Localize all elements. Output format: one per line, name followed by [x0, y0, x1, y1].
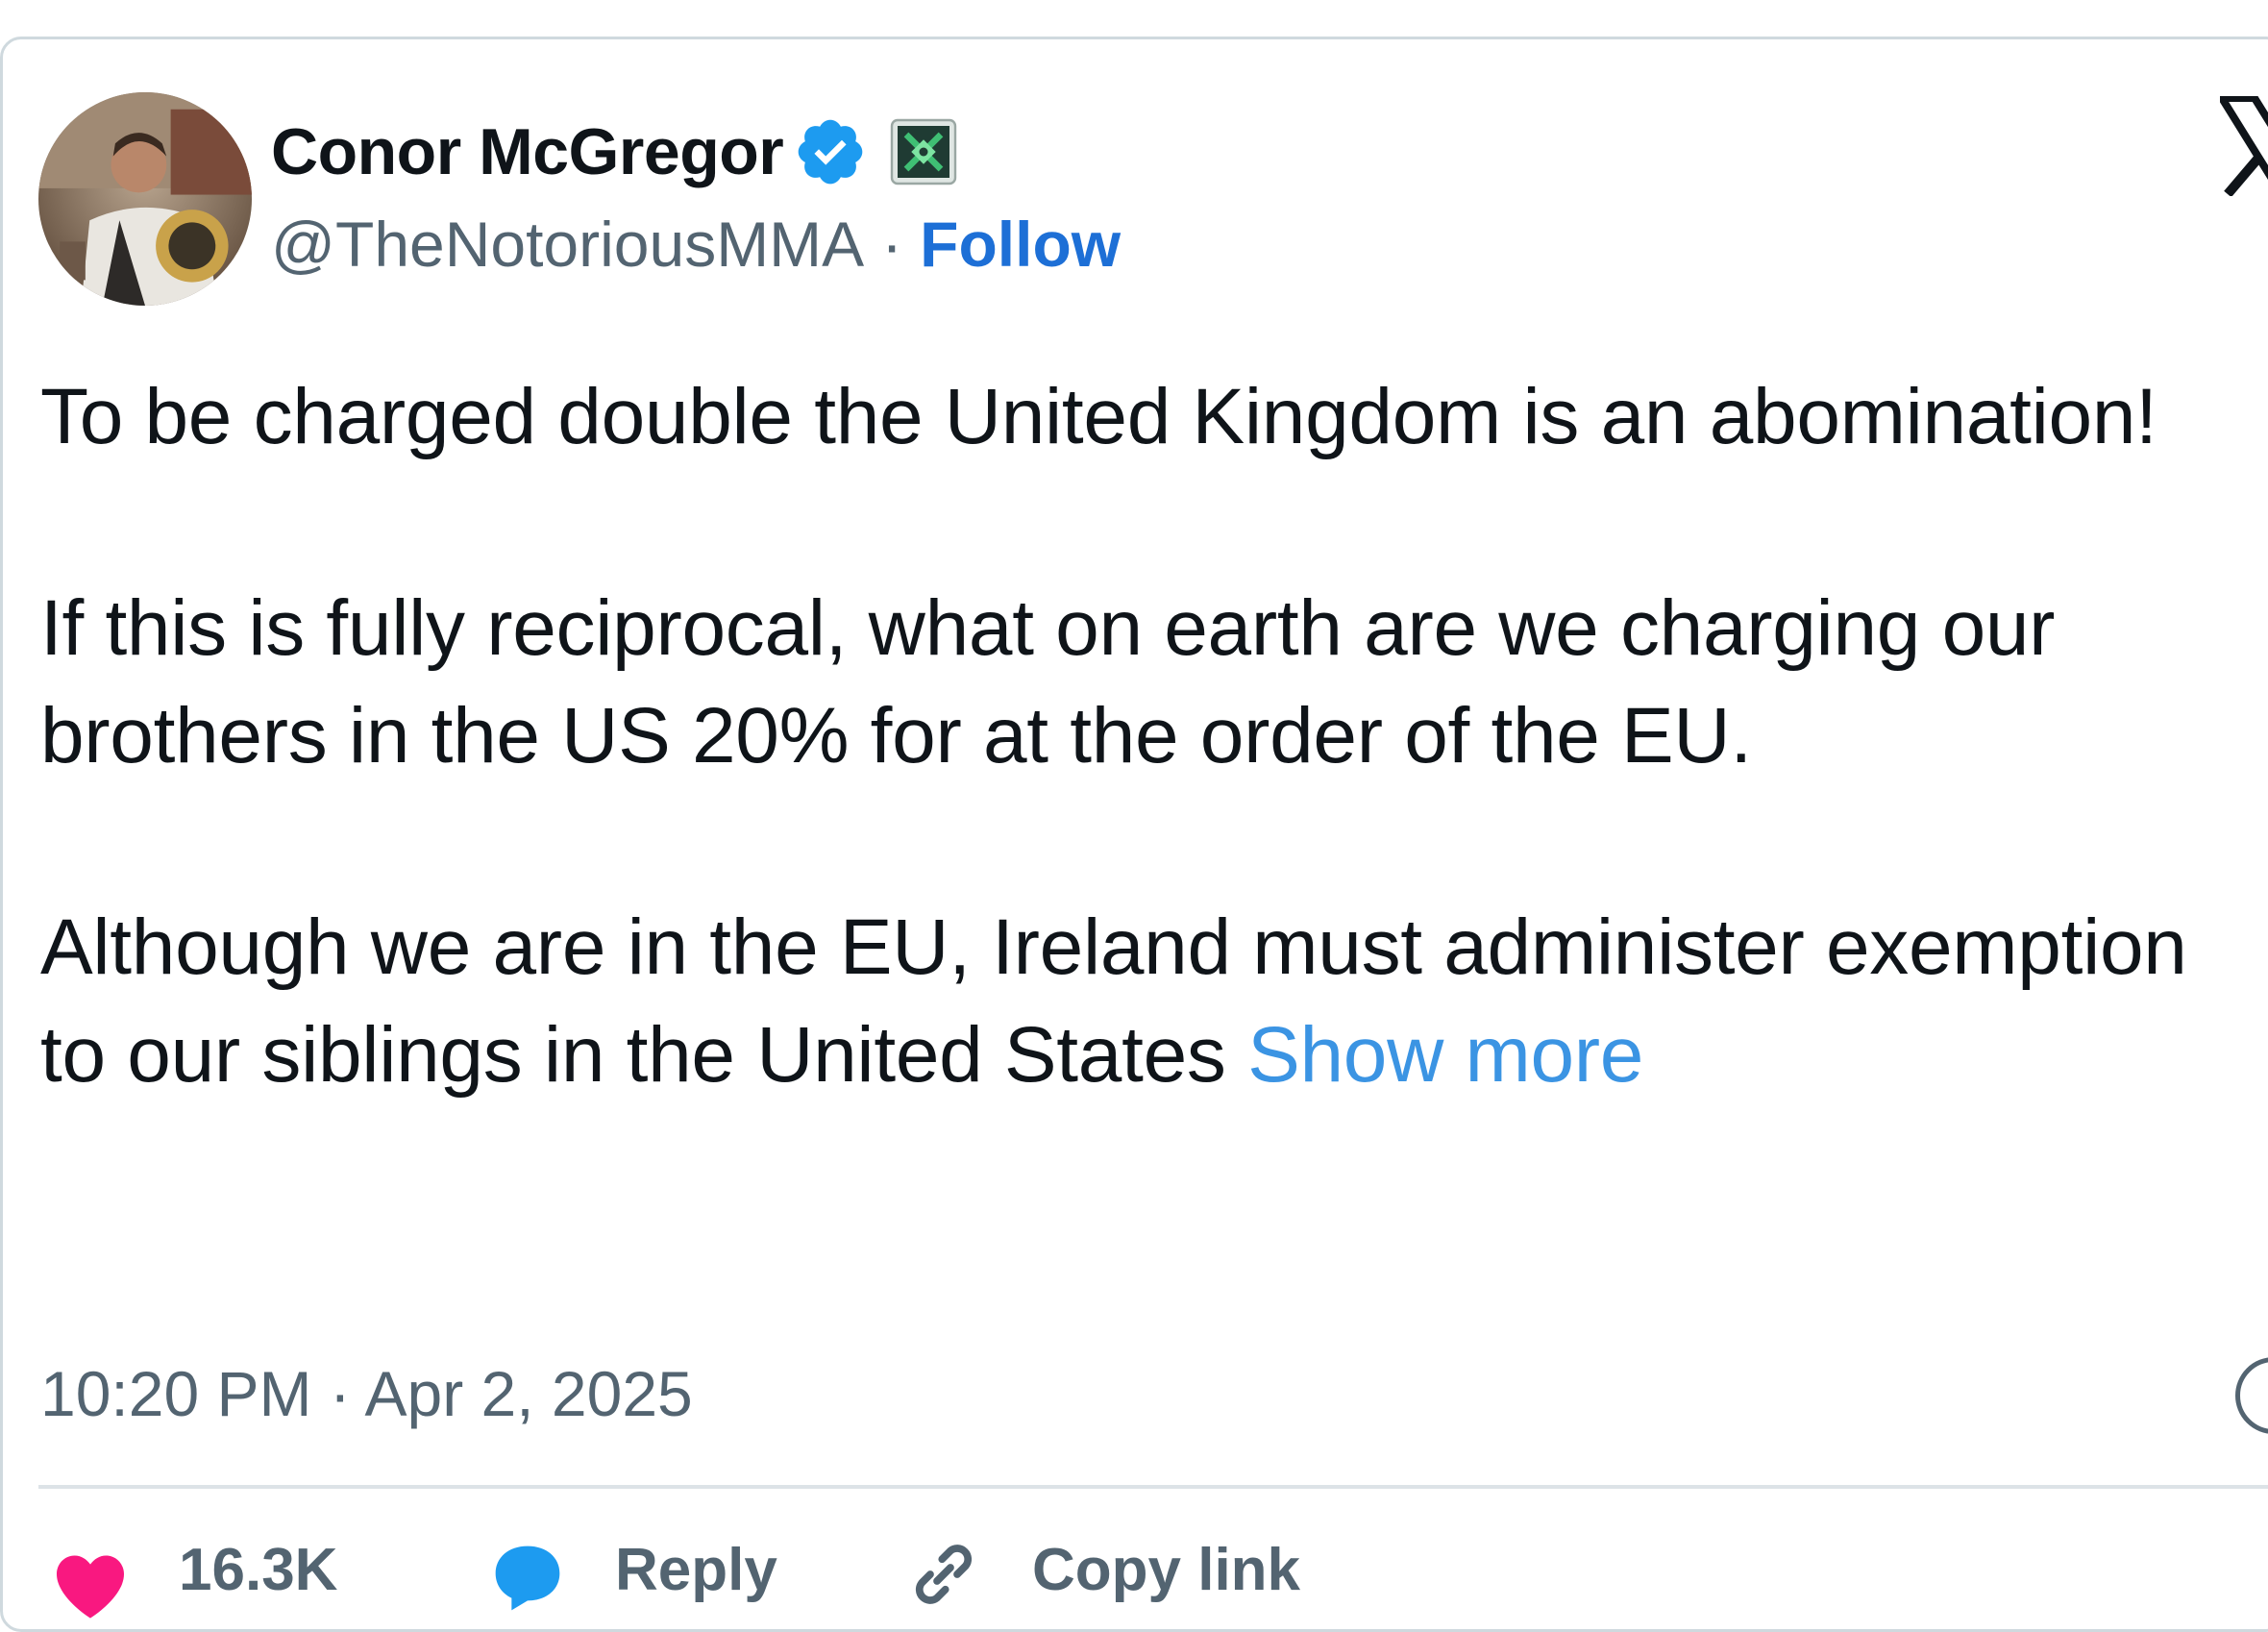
author-avatar[interactable]: [38, 92, 252, 306]
handle-separator: ·: [881, 209, 903, 280]
show-more-link[interactable]: Show more: [1247, 1011, 1643, 1099]
affiliate-badge-icon[interactable]: [889, 117, 958, 186]
tweet-paragraph-last: Although we are in the EU, Ireland must …: [40, 894, 2260, 1109]
author-name-row: Conor McGregor: [271, 113, 958, 190]
divider: [38, 1485, 2268, 1489]
author-handle-row: @TheNotoriousMMA · Follow: [271, 206, 1121, 283]
avatar-photo: [38, 92, 252, 306]
author-display-name[interactable]: Conor McGregor: [271, 114, 784, 189]
tweet-body: To be charged double the United Kingdom …: [40, 363, 2260, 1109]
link-icon[interactable]: [903, 1534, 984, 1615]
reply-bubble-icon[interactable]: [488, 1540, 567, 1617]
tweet-paragraph: To be charged double the United Kingdom …: [40, 373, 2157, 460]
x-logo-icon[interactable]: [2214, 94, 2268, 198]
verified-badge-icon: [793, 114, 868, 189]
tweet-actions: 16.3K Reply Copy link: [0, 1528, 2268, 1619]
copy-link-button-label[interactable]: Copy link: [1032, 1536, 1300, 1604]
reply-button-label[interactable]: Reply: [615, 1536, 777, 1604]
tweet-paragraph-text: Although we are in the EU, Ireland must …: [40, 903, 2187, 1099]
follow-button[interactable]: Follow: [920, 208, 1121, 281]
tweet-paragraph: If this is fully reciprocal, what on ear…: [40, 584, 2056, 779]
like-heart-icon[interactable]: [50, 1545, 131, 1626]
tweet-timestamp[interactable]: 10:20 PM · Apr 2, 2025: [40, 1357, 693, 1430]
page-top-strip: [0, 0, 2268, 38]
like-count[interactable]: 16.3K: [179, 1536, 337, 1604]
author-handle[interactable]: @TheNotoriousMMA: [271, 208, 864, 281]
